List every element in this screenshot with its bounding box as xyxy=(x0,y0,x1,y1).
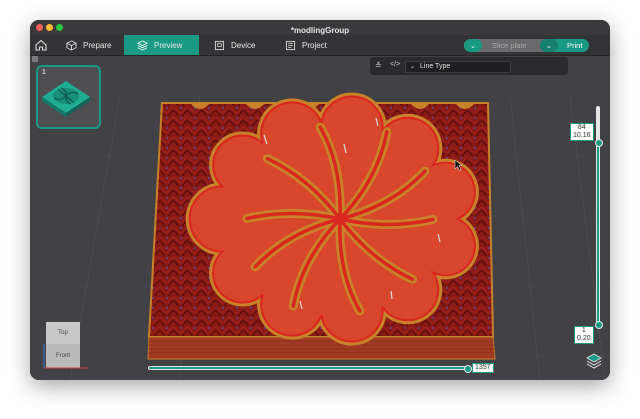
main-toolbar: Prepare Preview Device Project ⌄ Slice p… xyxy=(30,35,610,56)
view-type-select[interactable]: ⌄ Line Type xyxy=(405,61,511,73)
bottom-layer-label: 1 0.20 xyxy=(574,326,594,344)
code-view-icon[interactable]: </> xyxy=(390,61,400,68)
layer-slider-top-handle[interactable] xyxy=(595,139,603,147)
bottom-layer-height: 0.20 xyxy=(577,335,591,342)
top-layer-height: 10.16 xyxy=(573,132,591,139)
plate-options-icon[interactable] xyxy=(32,56,38,62)
print-label: Print xyxy=(567,41,583,50)
device-icon xyxy=(214,40,225,50)
slice-plate-label: Slice plate xyxy=(492,41,527,50)
view-type-value: Line Type xyxy=(420,63,451,70)
close-window-button[interactable] xyxy=(36,24,43,31)
chevron-down-icon: ⌄ xyxy=(410,64,416,70)
move-slider-handle[interactable] xyxy=(464,365,472,373)
move-slider-value: 1357 xyxy=(472,363,494,373)
layer-slider-bottom-handle[interactable] xyxy=(595,321,603,329)
zoom-window-button[interactable] xyxy=(56,24,63,31)
collapse-chevron-icon[interactable]: ≛ xyxy=(375,61,382,70)
print-button[interactable]: ⌄ Print xyxy=(540,39,589,52)
tab-prepare-label: Prepare xyxy=(83,40,112,50)
tab-prepare[interactable]: Prepare xyxy=(56,35,124,55)
legend-panel: ≛ </> ⌄ Line Type xyxy=(370,57,568,75)
plate-thumbnail[interactable]: 1 xyxy=(36,65,101,129)
move-slider-range xyxy=(149,367,467,369)
3d-viewport[interactable]: 1 ≛ </> ⌄ Line Type 84 10.16 1 0.20 1357… xyxy=(30,56,610,380)
tab-preview-label: Preview xyxy=(154,40,183,50)
tab-project[interactable]: Project xyxy=(285,35,345,55)
sliced-model-preview[interactable] xyxy=(30,56,610,380)
project-icon xyxy=(285,40,296,50)
minimize-window-button[interactable] xyxy=(46,24,53,31)
layers-icon[interactable] xyxy=(585,352,603,370)
layer-slider-range xyxy=(597,142,599,325)
view-cube[interactable]: Top Front xyxy=(43,322,88,369)
chevron-down-icon[interactable]: ⌄ xyxy=(464,39,482,52)
cube-icon xyxy=(66,39,77,51)
title-bar: *modlingGroup xyxy=(30,20,610,35)
chevron-down-icon[interactable]: ⌄ xyxy=(540,39,558,52)
axis-indicator xyxy=(43,344,88,369)
top-layer-number: 84 xyxy=(577,124,586,131)
tab-project-label: Project xyxy=(302,40,327,50)
window-title: *modlingGroup xyxy=(290,26,350,35)
bottom-layer-number: 1 xyxy=(581,327,586,334)
home-icon[interactable] xyxy=(34,38,48,52)
tab-preview[interactable]: Preview xyxy=(124,35,199,55)
plate-preview-image xyxy=(42,81,90,117)
tab-device[interactable]: Device xyxy=(214,35,274,55)
app-window: *modlingGroup Prepare Preview Device Pro… xyxy=(30,20,610,380)
top-layer-label: 84 10.16 xyxy=(570,123,594,141)
tab-device-label: Device xyxy=(231,40,256,50)
layers-cube-icon xyxy=(137,39,148,51)
